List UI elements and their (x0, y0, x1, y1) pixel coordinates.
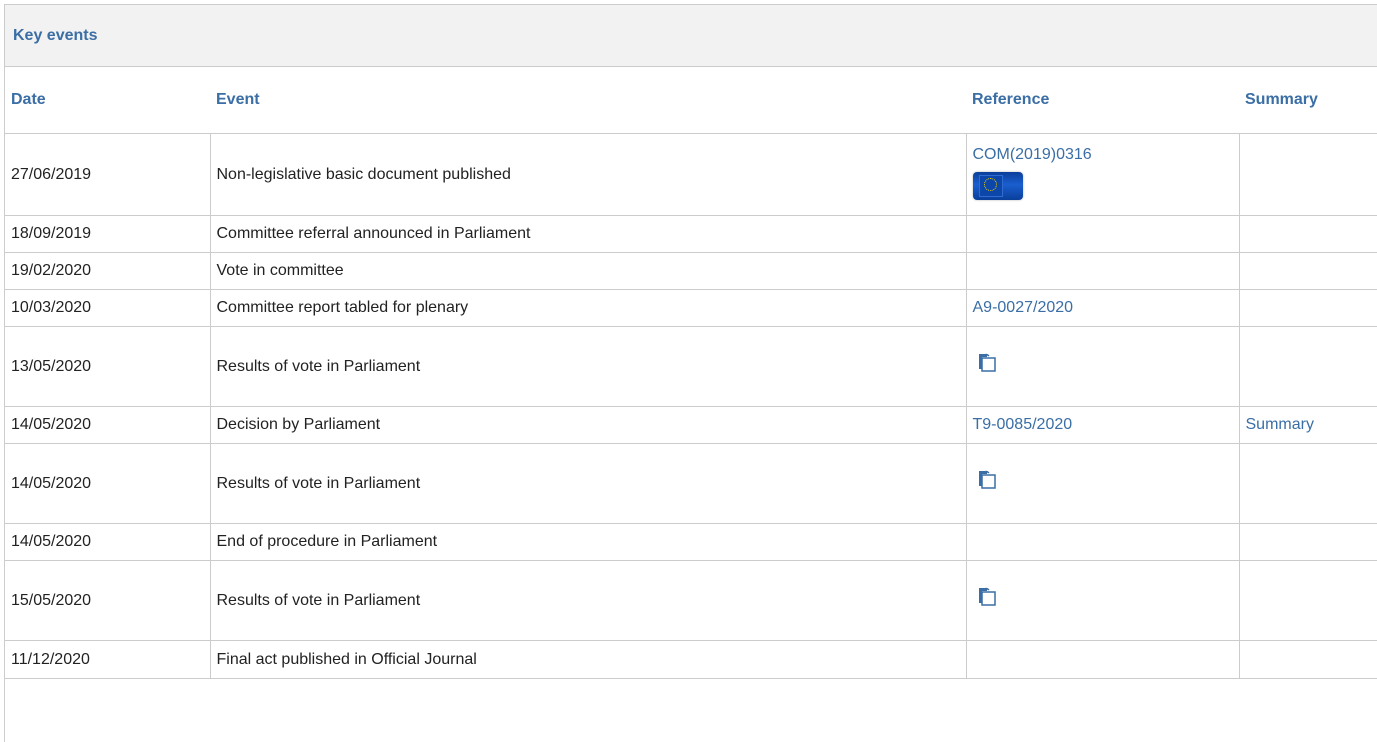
table-row: 11/12/2020 Final act published in Offici… (5, 640, 1377, 679)
summary-cell (1239, 443, 1377, 524)
key-events-table: Date Event Reference Summary 27/06/2019 … (5, 67, 1377, 679)
event-cell: Results of vote in Parliament (210, 326, 967, 407)
reference-cell (966, 443, 1240, 524)
reference-cell: T9-0085/2020 (966, 406, 1240, 444)
table-header-row: Date Event Reference Summary (5, 67, 1377, 134)
reference-link[interactable]: T9-0085/2020 (973, 416, 1073, 433)
summary-cell (1239, 252, 1377, 290)
reference-cell (966, 523, 1240, 561)
column-header-summary: Summary (1239, 67, 1377, 134)
column-header-reference: Reference (966, 67, 1239, 134)
event-cell: Final act published in Official Journal (210, 640, 967, 679)
summary-link[interactable]: Summary (1246, 416, 1314, 433)
date-cell: 11/12/2020 (5, 640, 211, 679)
reference-cell (966, 640, 1240, 679)
table-row: 27/06/2019 Non-legislative basic documen… (5, 133, 1377, 216)
reference-cell: A9-0027/2020 (966, 289, 1240, 327)
summary-cell (1239, 289, 1377, 327)
event-cell: Committee report tabled for plenary (210, 289, 967, 327)
vote-results-icon[interactable] (977, 469, 997, 493)
key-events-panel: Key events Date Event Reference Summary … (4, 4, 1377, 742)
reference-cell (966, 326, 1240, 407)
date-cell: 18/09/2019 (5, 215, 211, 253)
event-cell: Vote in committee (210, 252, 967, 290)
date-cell: 14/05/2020 (5, 523, 211, 561)
table-row: 15/05/2020 Results of vote in Parliament (5, 560, 1377, 641)
date-cell: 13/05/2020 (5, 326, 211, 407)
reference-link[interactable]: A9-0027/2020 (973, 299, 1074, 316)
table-row: 19/02/2020 Vote in committee (5, 252, 1377, 290)
summary-cell (1239, 326, 1377, 407)
reference-link[interactable]: COM(2019)0316 (973, 146, 1239, 164)
date-cell: 10/03/2020 (5, 289, 211, 327)
reference-cell (966, 252, 1240, 290)
date-cell: 14/05/2020 (5, 443, 211, 524)
reference-cell (966, 215, 1240, 253)
key-events-title: Key events (5, 5, 1377, 67)
date-cell: 27/06/2019 (5, 133, 211, 216)
date-cell: 14/05/2020 (5, 406, 211, 444)
event-cell: Non-legislative basic document published (210, 133, 967, 216)
table-row: 14/05/2020 Results of vote in Parliament (5, 443, 1377, 524)
event-cell: Committee referral announced in Parliame… (210, 215, 967, 253)
event-cell: Decision by Parliament (210, 406, 967, 444)
column-header-event: Event (210, 67, 966, 134)
date-cell: 19/02/2020 (5, 252, 211, 290)
eu-flag-icon[interactable] (972, 172, 1023, 200)
vote-results-icon[interactable] (977, 586, 997, 610)
summary-cell (1239, 560, 1377, 641)
table-row: 14/05/2020 End of procedure in Parliamen… (5, 523, 1377, 561)
table-row: 13/05/2020 Results of vote in Parliament (5, 326, 1377, 407)
table-row: 18/09/2019 Committee referral announced … (5, 215, 1377, 253)
column-header-date: Date (5, 67, 210, 134)
table-row: 10/03/2020 Committee report tabled for p… (5, 289, 1377, 327)
summary-cell (1239, 215, 1377, 253)
reference-cell: COM(2019)0316 (966, 133, 1240, 216)
event-cell: Results of vote in Parliament (210, 560, 967, 641)
summary-cell: Summary (1239, 406, 1377, 444)
date-cell: 15/05/2020 (5, 560, 211, 641)
summary-cell (1239, 523, 1377, 561)
vote-results-icon[interactable] (977, 352, 997, 376)
summary-cell (1239, 133, 1377, 216)
event-cell: End of procedure in Parliament (210, 523, 967, 561)
summary-cell (1239, 640, 1377, 679)
reference-cell (966, 560, 1240, 641)
table-row: 14/05/2020 Decision by Parliament T9-008… (5, 406, 1377, 444)
event-cell: Results of vote in Parliament (210, 443, 967, 524)
